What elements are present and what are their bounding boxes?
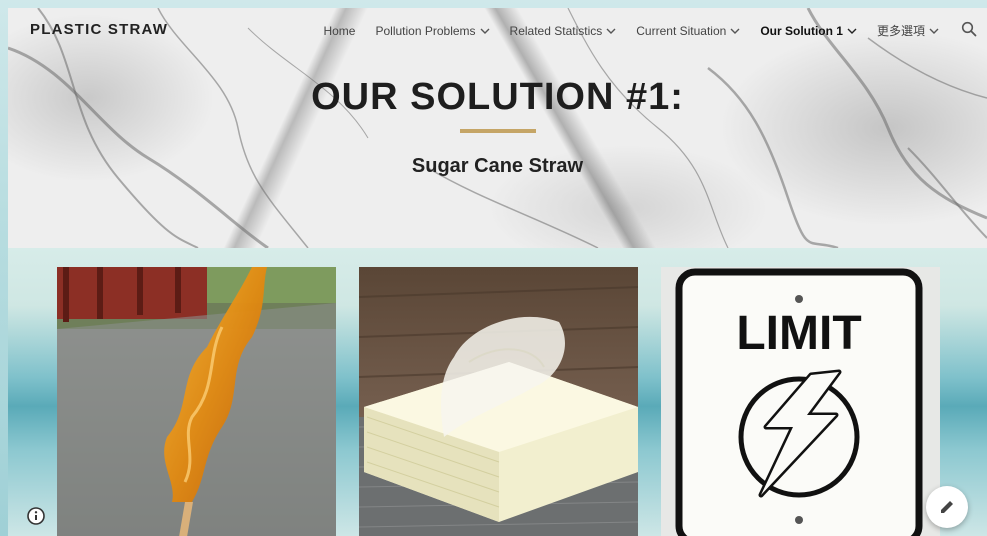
nav-item-our-solution-1[interactable]: Our Solution 1 [750,24,867,38]
nav-item-label: Our Solution 1 [760,23,843,38]
title-divider [460,129,536,133]
chevron-down-icon[interactable] [730,26,740,36]
nav-item-current-situation[interactable]: Current Situation [626,24,750,38]
search-icon[interactable] [961,21,977,37]
nav-item-related-statistics[interactable]: Related Statistics [500,24,627,38]
hero-banner: PLASTIC STRAW Home Pollution Problems Re… [8,8,987,248]
nav-item-label: Home [323,23,356,38]
nav-item-label: Current Situation [636,23,727,38]
nav-menu: Home Pollution Problems Related Statisti… [313,22,949,39]
rice-paper-sheets-image [359,267,638,536]
chevron-down-icon[interactable] [929,26,939,36]
nav-item-home[interactable]: Home [313,24,365,38]
nav-item-label: Related Statistics [509,23,603,38]
sugar-cane-candy-image [57,267,336,536]
chevron-down-icon[interactable] [606,26,616,36]
info-icon[interactable] [26,506,46,526]
chevron-down-icon[interactable] [847,26,857,36]
nav-item-pollution-problems[interactable]: Pollution Problems [365,24,499,38]
image-gallery-section: LIMIT [8,248,987,536]
limit-energy-sign-image: LIMIT [661,267,940,536]
top-navigation: PLASTIC STRAW Home Pollution Problems Re… [8,8,987,52]
sugar-cane-candy-picture [57,267,336,536]
site-title[interactable]: PLASTIC STRAW [30,21,168,38]
site-page: PLASTIC STRAW Home Pollution Problems Re… [8,8,987,536]
pencil-icon [941,499,955,513]
rice-paper-sheets-picture [359,267,638,536]
page-subtitle: Sugar Cane Straw [411,155,584,177]
nav-item-more-options[interactable]: 更多選項 [867,22,949,39]
sign-text: LIMIT [736,307,861,360]
edit-page-button[interactable] [926,486,968,528]
nav-item-label: Pollution Problems [375,23,476,38]
nav-item-label: 更多選項 [876,24,925,38]
chevron-down-icon[interactable] [480,26,490,36]
limit-energy-sign-picture: LIMIT [661,267,940,536]
page-title: OUR SOLUTION #1: [311,76,684,118]
